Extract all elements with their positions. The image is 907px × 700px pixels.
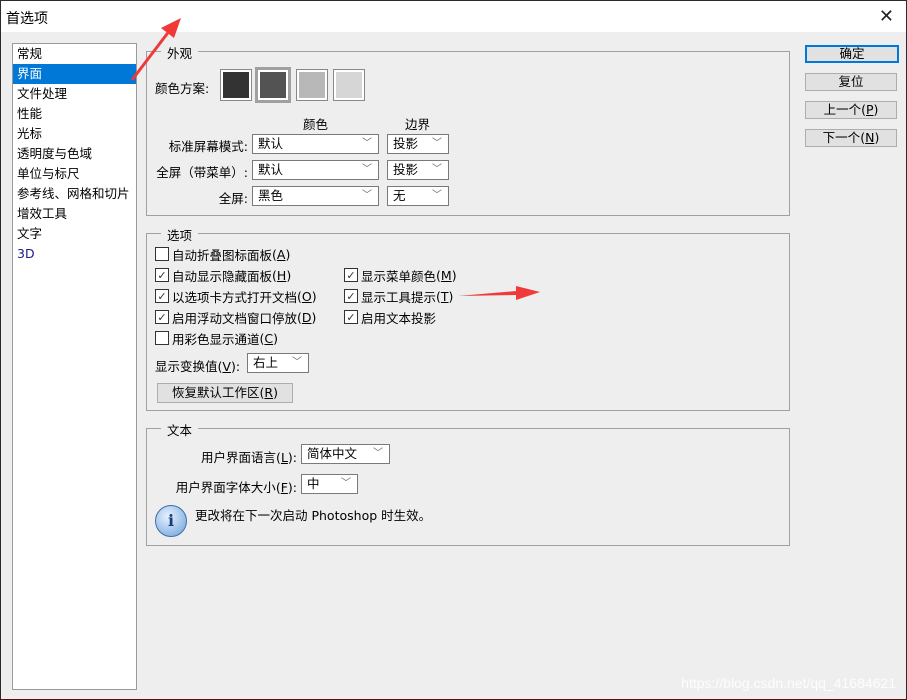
sidebar-item[interactable]: 透明度与色域 xyxy=(13,144,136,164)
sidebar-item[interactable]: 光标 xyxy=(13,124,136,144)
chevron-down-icon: ﹀ xyxy=(373,448,383,459)
ok-button[interactable]: 确定 xyxy=(805,45,899,63)
screen-mode-color-select[interactable]: 黑色 ﹀ xyxy=(252,186,379,206)
option-checkbox[interactable]: ✓ 自动显示隐藏面板(H) xyxy=(155,266,291,284)
chevron-down-icon: ﹀ xyxy=(362,138,372,149)
screen-mode-color-select[interactable]: 默认 ﹀ xyxy=(252,134,379,154)
previous-button[interactable]: 上一个(P) xyxy=(805,101,897,119)
sidebar-item[interactable]: 界面 xyxy=(13,64,136,84)
chevron-down-icon: ﹀ xyxy=(432,164,442,175)
screen-mode-border-select[interactable]: 投影 ﹀ xyxy=(387,134,449,154)
sidebar-item[interactable]: 参考线、网格和切片 xyxy=(13,184,136,204)
info-message: 更改将在下一次启动 Photoshop 时生效。 xyxy=(195,508,432,523)
chevron-down-icon: ﹀ xyxy=(292,357,302,368)
chevron-down-icon: ﹀ xyxy=(362,164,372,175)
window-title: 首选项 xyxy=(6,11,48,27)
sidebar-item[interactable]: 性能 xyxy=(13,104,136,124)
sidebar-item[interactable]: 3D xyxy=(13,244,136,264)
annotation-arrow-icon xyxy=(458,286,540,300)
reset-workspace-button[interactable]: 恢复默认工作区(R) xyxy=(157,383,293,403)
screen-mode-color-select[interactable]: 默认 ﹀ xyxy=(252,160,379,180)
sidebar-item[interactable]: 文字 xyxy=(13,224,136,244)
option-checkbox[interactable]: ✓ 显示菜单颜色(M) xyxy=(344,266,457,284)
option-checkbox[interactable]: ✓ 以选项卡方式打开文档(O) xyxy=(155,287,317,305)
chevron-down-icon: ﹀ xyxy=(432,138,442,149)
category-list[interactable]: 常规 界面 文件处理 性能 光标 透明度与色域 单位与标尺 参考线、网格和切片 增效工具 文字 3D xyxy=(12,43,137,690)
color-scheme-swatch[interactable] xyxy=(296,69,328,101)
close-icon[interactable]: ✕ xyxy=(879,6,894,27)
checkbox-unchecked-icon[interactable] xyxy=(155,331,169,345)
color-scheme-swatch[interactable] xyxy=(333,69,365,101)
screen-mode-border-select[interactable]: 投影 ﹀ xyxy=(387,160,449,180)
transform-label: 显示变换值(V): xyxy=(155,359,241,374)
chevron-down-icon: ﹀ xyxy=(362,190,372,201)
appearance-group: 外观 颜色方案: 颜色 边界 标准屏幕模式: 默认 ﹀ 投影 ﹀ 全屏（带菜单）: 默… xyxy=(146,43,790,216)
sidebar-item[interactable]: 常规 xyxy=(13,44,136,64)
option-checkbox[interactable]: ✓ 显示工具提示(T) xyxy=(344,287,453,305)
color-scheme-swatch[interactable] xyxy=(255,67,291,103)
text-legend: 文本 xyxy=(161,420,199,439)
option-checkbox[interactable]: 用彩色显示通道(C) xyxy=(155,329,278,347)
info-icon: i xyxy=(155,505,187,537)
text-group: 文本 用户界面语言(L): 简体中文 ﹀ 用户界面字体大小(F): 中 ﹀ i 更改… xyxy=(146,420,790,546)
chevron-down-icon: ﹀ xyxy=(432,190,442,201)
preferences-dialog: 首选项 ✕ 常规 界面 文件处理 性能 光标 透明度与色域 单位与标尺 参考线、网格和切片 增效… xyxy=(0,0,907,700)
checkbox-checked-icon[interactable]: ✓ xyxy=(344,310,358,324)
ui-language-select[interactable]: 简体中文 ﹀ xyxy=(301,444,390,464)
options-legend: 选项 xyxy=(161,225,199,244)
ui-font-size-select[interactable]: 中 ﹀ xyxy=(301,474,358,494)
next-button[interactable]: 下一个(N) xyxy=(805,129,897,147)
checkbox-checked-icon[interactable]: ✓ xyxy=(344,289,358,303)
checkbox-checked-icon[interactable]: ✓ xyxy=(155,310,169,324)
ui-font-size-label: 用户界面字体大小(F): xyxy=(175,480,297,495)
screen-mode-label: 全屏（带菜单）: xyxy=(156,165,248,180)
option-checkbox[interactable]: 自动折叠图标面板(A) xyxy=(155,245,290,263)
sidebar-item[interactable]: 增效工具 xyxy=(13,204,136,224)
option-checkbox[interactable]: ✓ 启用文本投影 xyxy=(344,308,436,326)
option-checkbox[interactable]: ✓ 启用浮动文档窗口停放(D) xyxy=(155,308,316,326)
transform-select[interactable]: 右上 ﹀ xyxy=(247,353,309,373)
chevron-down-icon: ﹀ xyxy=(341,478,351,489)
screen-mode-label: 全屏: xyxy=(218,191,248,206)
border-column-header: 边界 xyxy=(405,117,431,132)
sidebar-item[interactable]: 文件处理 xyxy=(13,84,136,104)
checkbox-checked-icon[interactable]: ✓ xyxy=(155,289,169,303)
annotation-arrow-icon xyxy=(130,18,181,81)
screen-mode-border-select[interactable]: 无 ﹀ xyxy=(387,186,449,206)
ui-language-label: 用户界面语言(L): xyxy=(201,450,297,465)
watermark: https://blog.csdn.net/qq_41684621 xyxy=(681,675,896,691)
color-scheme-swatch[interactable] xyxy=(220,69,252,101)
options-group: 选项 自动折叠图标面板(A) ✓ 自动显示隐藏面板(H) ✓ 以选项卡方式打开文档(O)… xyxy=(146,225,790,411)
checkbox-checked-icon[interactable]: ✓ xyxy=(155,268,169,282)
checkbox-checked-icon[interactable]: ✓ xyxy=(344,268,358,282)
sidebar-item[interactable]: 单位与标尺 xyxy=(13,164,136,184)
reset-button[interactable]: 复位 xyxy=(805,73,897,91)
color-column-header: 颜色 xyxy=(303,117,329,132)
checkbox-unchecked-icon[interactable] xyxy=(155,247,169,261)
screen-mode-label: 标准屏幕模式: xyxy=(168,139,248,154)
